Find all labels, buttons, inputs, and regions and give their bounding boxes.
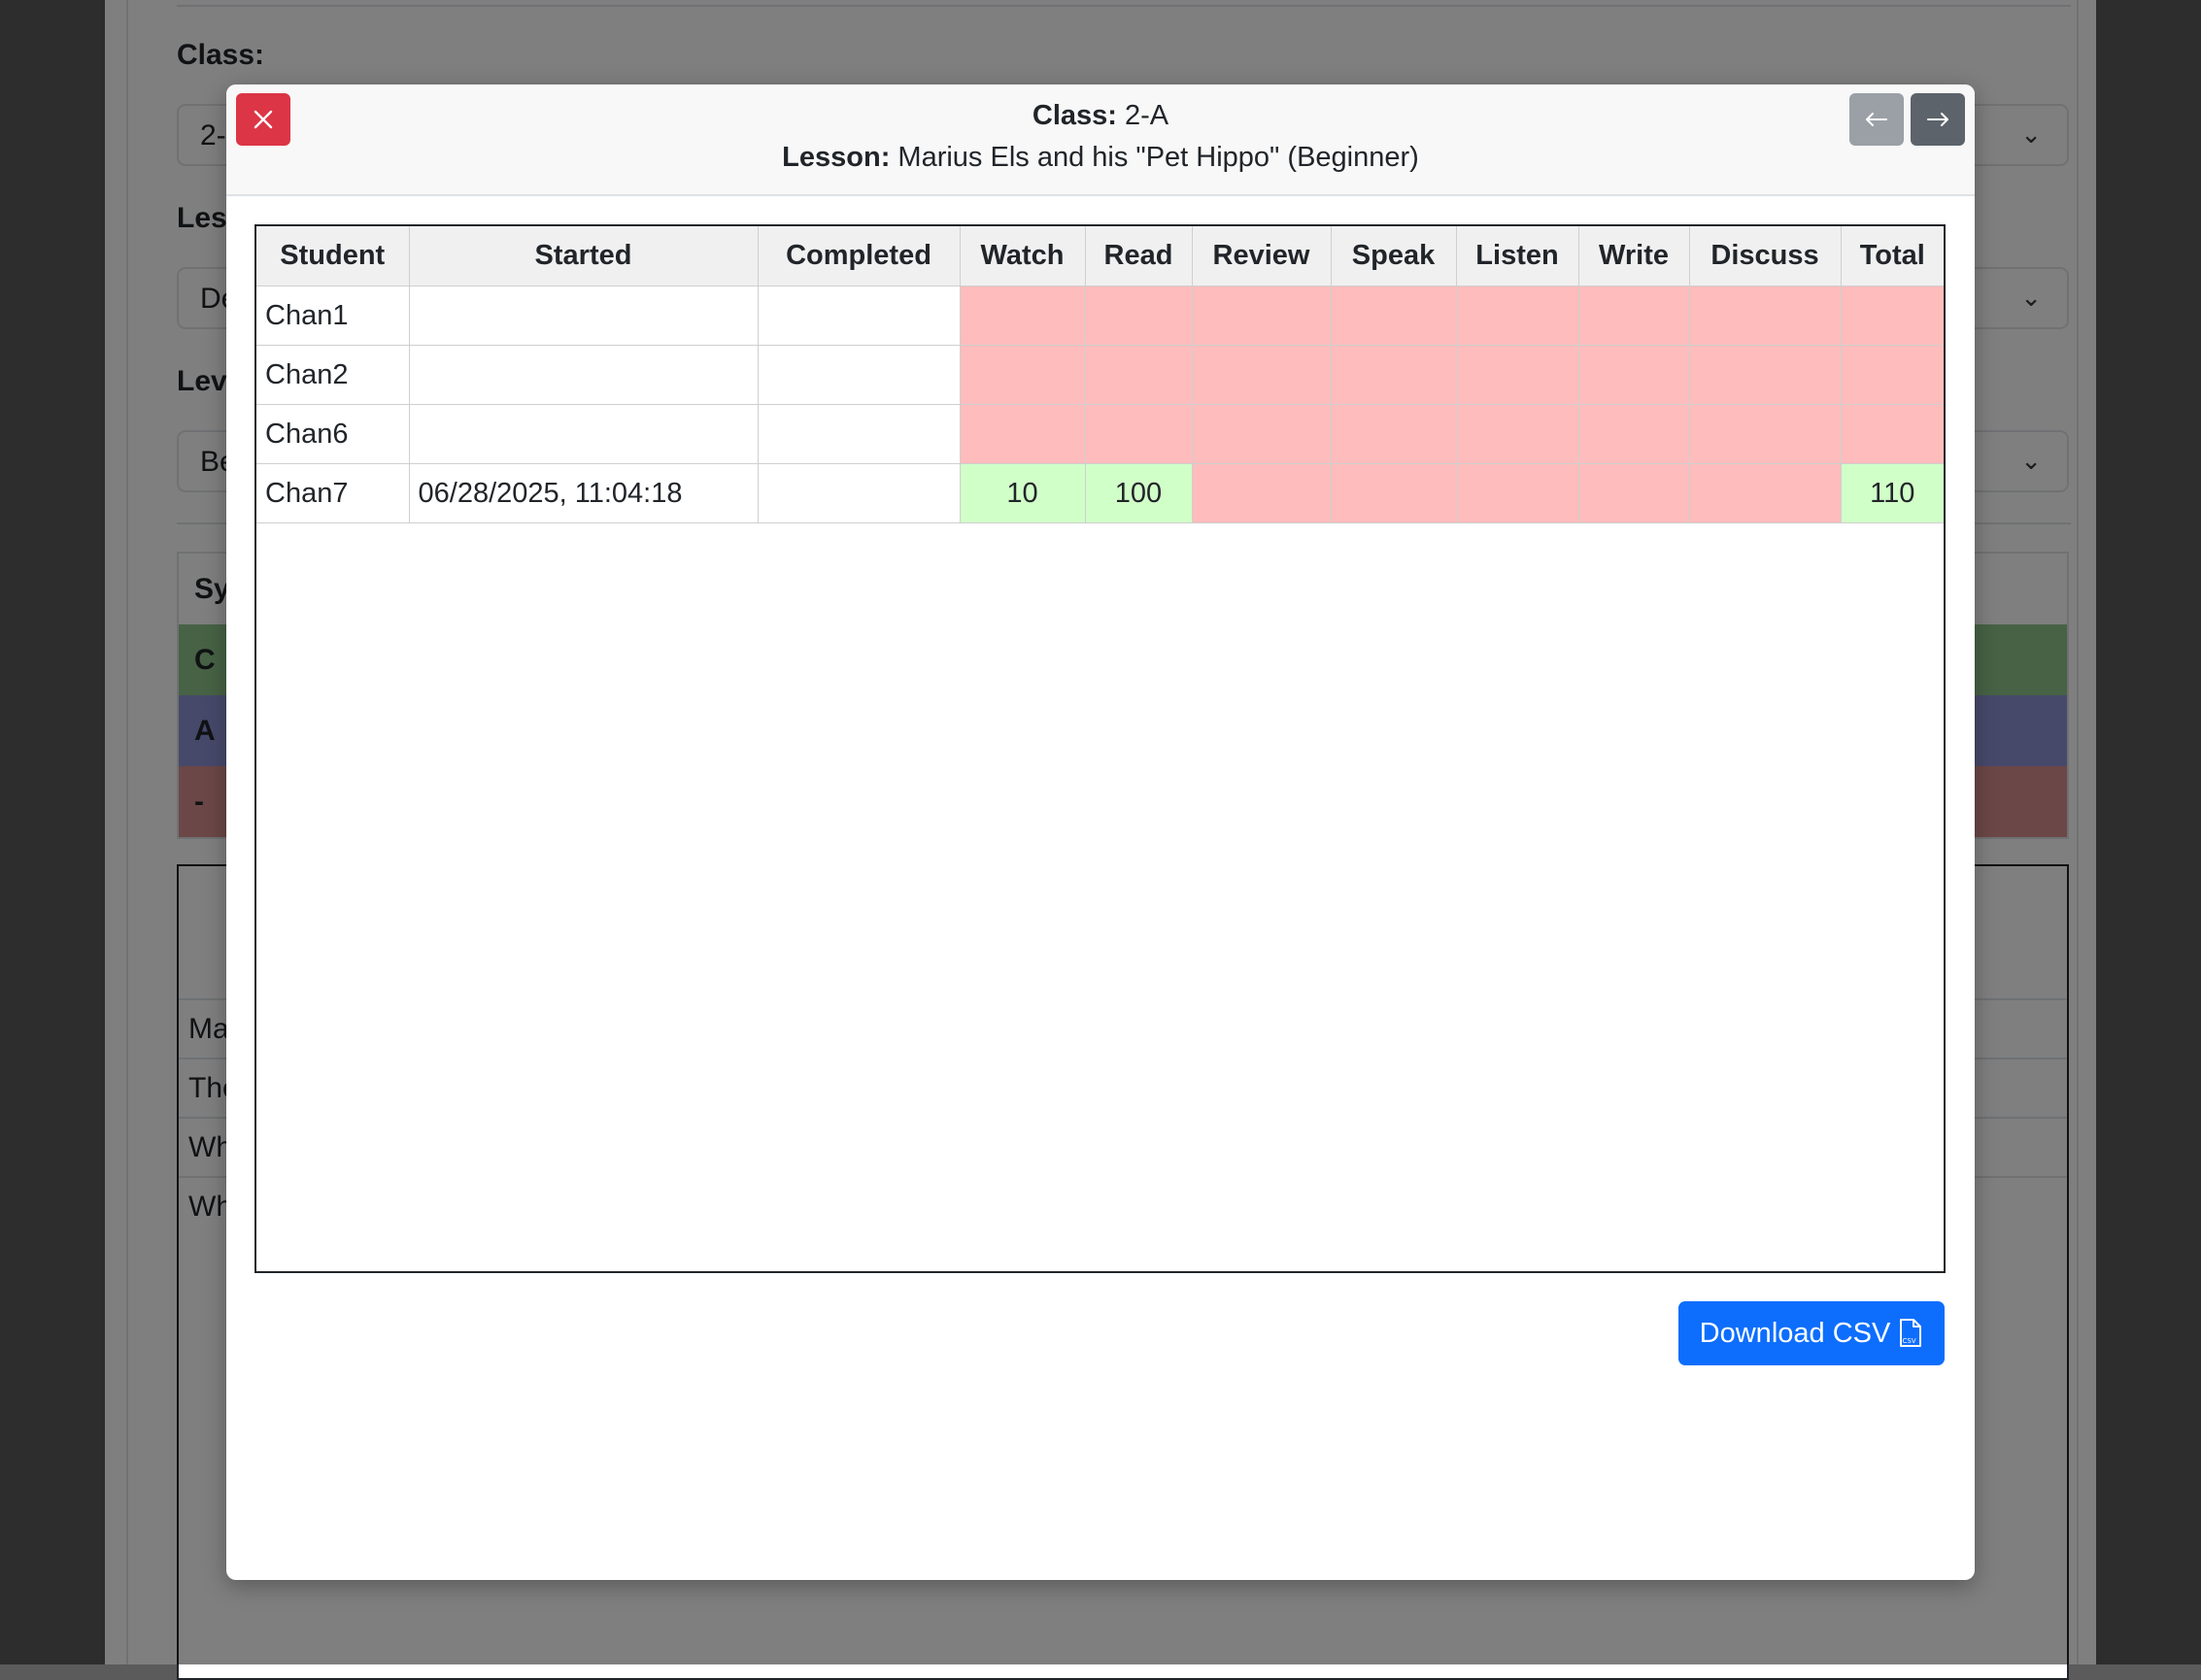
modal-class-heading: Class: 2-A (226, 100, 1975, 132)
previous-button[interactable] (1849, 93, 1904, 146)
review-cell (1191, 286, 1332, 346)
column-header-total[interactable]: Total (1840, 226, 1944, 286)
csv-file-icon: CSV (1900, 1319, 1922, 1347)
listen-cell (1455, 404, 1579, 464)
discuss-cell (1688, 404, 1842, 464)
arrow-right-icon (1927, 113, 1948, 126)
column-header-watch[interactable]: Watch (959, 226, 1086, 286)
completed-cell (757, 463, 961, 523)
column-header-speak[interactable]: Speak (1330, 226, 1457, 286)
student-cell: Chan1 (256, 286, 410, 346)
speak-cell (1330, 463, 1457, 523)
watch-cell (959, 286, 1086, 346)
column-header-discuss[interactable]: Discuss (1688, 226, 1842, 286)
speak-cell (1330, 345, 1457, 405)
table-header-row: Student Started Completed Watch Read Rev… (256, 226, 1944, 286)
review-cell (1191, 404, 1332, 464)
column-header-started[interactable]: Started (408, 226, 759, 286)
table-row: Chan2 (256, 345, 1944, 405)
write-cell (1577, 404, 1690, 464)
review-cell (1191, 463, 1332, 523)
svg-text:CSV: CSV (1903, 1337, 1916, 1345)
speak-cell (1330, 286, 1457, 346)
column-header-review[interactable]: Review (1191, 226, 1332, 286)
total-cell: 110 (1840, 463, 1944, 523)
table-row: Chan1 (256, 286, 1944, 346)
progress-modal: Class: 2-A Lesson: Marius Els and his "P… (226, 84, 1975, 1580)
modal-header: Class: 2-A Lesson: Marius Els and his "P… (226, 84, 1975, 196)
table-row: Chan6 (256, 404, 1944, 464)
column-header-student[interactable]: Student (256, 226, 410, 286)
column-header-write[interactable]: Write (1577, 226, 1690, 286)
listen-cell (1455, 463, 1579, 523)
write-cell (1577, 286, 1690, 346)
write-cell (1577, 463, 1690, 523)
student-cell: Chan7 (256, 463, 410, 523)
class-heading-value: 2-A (1124, 100, 1169, 131)
write-cell (1577, 345, 1690, 405)
started-cell (408, 286, 759, 346)
download-csv-button[interactable]: Download CSV CSV (1678, 1301, 1945, 1365)
speak-cell (1330, 404, 1457, 464)
review-cell (1191, 345, 1332, 405)
column-header-completed[interactable]: Completed (757, 226, 961, 286)
read-cell (1084, 286, 1193, 346)
discuss-cell (1688, 345, 1842, 405)
completed-cell (757, 286, 961, 346)
listen-cell (1455, 345, 1579, 405)
completed-cell (757, 345, 961, 405)
read-cell (1084, 404, 1193, 464)
table-row: Chan7 06/28/2025, 11:04:18 10 100 110 (256, 463, 1944, 523)
read-cell: 100 (1084, 463, 1193, 523)
progress-table-container: Student Started Completed Watch Read Rev… (254, 224, 1946, 1273)
next-button[interactable] (1911, 93, 1965, 146)
column-header-read[interactable]: Read (1084, 226, 1193, 286)
student-cell: Chan2 (256, 345, 410, 405)
modal-lesson-heading: Lesson: Marius Els and his "Pet Hippo" (… (226, 142, 1975, 174)
total-cell (1840, 345, 1944, 405)
started-cell (408, 345, 759, 405)
watch-cell: 10 (959, 463, 1086, 523)
watch-cell (959, 345, 1086, 405)
column-header-listen[interactable]: Listen (1455, 226, 1579, 286)
class-heading-label: Class: (1032, 100, 1117, 131)
started-cell: 06/28/2025, 11:04:18 (408, 463, 759, 523)
read-cell (1084, 345, 1193, 405)
progress-table: Student Started Completed Watch Read Rev… (256, 226, 1944, 523)
discuss-cell (1688, 286, 1842, 346)
total-cell (1840, 404, 1944, 464)
listen-cell (1455, 286, 1579, 346)
discuss-cell (1688, 463, 1842, 523)
arrow-left-icon (1866, 113, 1887, 126)
lesson-heading-label: Lesson: (782, 142, 891, 173)
watch-cell (959, 404, 1086, 464)
total-cell (1840, 286, 1944, 346)
download-csv-label: Download CSV (1699, 1317, 1891, 1349)
lesson-heading-value: Marius Els and his "Pet Hippo" (Beginner… (897, 142, 1419, 173)
completed-cell (757, 404, 961, 464)
student-cell: Chan6 (256, 404, 410, 464)
started-cell (408, 404, 759, 464)
